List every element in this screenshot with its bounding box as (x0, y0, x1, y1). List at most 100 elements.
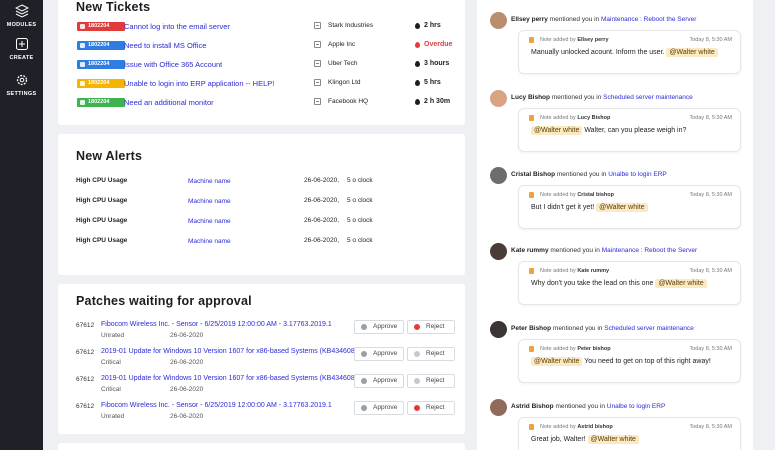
mention-user: Ellsey perry (511, 16, 548, 23)
priority-icon (80, 81, 85, 86)
patch-title-link[interactable]: Fibocom Wireless Inc. - Sensor - 6/25/20… (101, 321, 332, 328)
mention-header: Peter Bishop mentioned you in Scheduled … (511, 325, 694, 332)
patch-title-link[interactable]: 2019-01 Update for Windows 10 Version 16… (101, 348, 361, 355)
patch-title-link[interactable]: Fibocom Wireless Inc. - Sensor - 6/25/20… (101, 402, 332, 409)
ticket-title-link[interactable]: Cannot log into the email server (124, 22, 230, 31)
ticket-row: 1802204 Cannot log into the email server S… (58, 20, 465, 39)
mention-header: Kate rummy mentioned you in Maintenance … (511, 247, 697, 254)
note-text: But I didn't get it yet! (531, 204, 595, 211)
mention-link[interactable]: Maintenance : Reboot the Server (602, 247, 697, 254)
mention-tag[interactable]: @Walter white (655, 279, 707, 288)
patch-row: 67612 2019-01 Update for Windows 10 Versi… (58, 374, 465, 401)
x-circle-icon (414, 405, 420, 411)
note-text: Manually unlocked acount. Inform the use… (531, 49, 665, 56)
ticket-title-link[interactable]: Need an additional monitor (124, 98, 214, 107)
patch-date: 26-06-2020 (170, 359, 204, 366)
alert-row: High CPU Usage Machine name 26-06-2020, 5 o… (58, 177, 465, 196)
approve-button[interactable]: Approve (354, 374, 404, 388)
note-author: Lucy Bishop (577, 115, 611, 121)
avatar (490, 321, 507, 338)
note-card: Note added by Ellsey perry Today 8, 5:30 … (518, 30, 741, 74)
note-icon (529, 424, 534, 430)
reject-button[interactable]: Reject (407, 347, 455, 361)
alert-machine-link[interactable]: Machine name (188, 178, 231, 185)
mention-user: Cristal Bishop (511, 171, 556, 178)
approve-button[interactable]: Approve (354, 320, 404, 334)
mention-tag[interactable]: @Walter white (531, 126, 583, 135)
ticket-time: Overdue (424, 41, 453, 48)
avatar (490, 399, 507, 416)
reject-button[interactable]: Reject (407, 320, 455, 334)
ticket-org: Stark Industries (328, 22, 374, 29)
note-card: Note added by Peter bishop Today 8, 5:30 … (518, 339, 741, 383)
mention-link[interactable]: Scheduled server maintenance (604, 325, 694, 332)
ticket-row: 1802204 Need to install MS Office Apple In… (58, 39, 465, 58)
sidebar-item-create[interactable]: CREATE (0, 37, 43, 61)
ticket-time: 3 hours (424, 60, 450, 67)
ticket-title-link[interactable]: Issue with Office 365 Account (124, 60, 222, 69)
ticket-id: 1802204 (88, 42, 110, 48)
alert-clock: 5 o clock (347, 177, 373, 184)
ticket-row: 1802204 Issue with Office 365 Account Uber… (58, 58, 465, 77)
timer-drop-icon (415, 99, 420, 105)
priority-badge: 1802204 (77, 98, 125, 107)
ticket-row: 1802204 Unable to login into ERP applicat… (58, 77, 465, 96)
reject-button[interactable]: Reject (407, 374, 455, 388)
ticket-org: Apple Inc (328, 41, 356, 48)
patch-id: 67612 (76, 349, 95, 356)
mention-item: Astrid Bishop mentioned you in Unalbe to… (477, 399, 772, 450)
reject-button[interactable]: Reject (407, 401, 455, 415)
building-icon (314, 22, 321, 29)
alert-date: 26-06-2020, (304, 237, 340, 244)
patch-row: 67612 Fibocom Wireless Inc. - Sensor - 6/… (58, 320, 465, 347)
mention-user: Peter Bishop (511, 325, 552, 332)
avatar (490, 167, 507, 184)
approve-button[interactable]: Approve (354, 347, 404, 361)
mention-link[interactable]: Scheduled server maintenance (603, 94, 693, 101)
ticket-time: 2 h 30m (424, 98, 451, 105)
approve-label: Approve (373, 323, 398, 330)
note-text: Walter, can you please weigh in? (584, 127, 687, 134)
mention-tag[interactable]: @Walter white (666, 48, 718, 57)
approve-button[interactable]: Approve (354, 401, 404, 415)
note-by: Note added by Ellsey perry (540, 37, 609, 43)
note-icon (529, 37, 534, 43)
mention-link[interactable]: Unalbe to login ERP (607, 403, 666, 410)
alert-row: High CPU Usage Machine name 26-06-2020, 5 o… (58, 237, 465, 256)
x-circle-icon (414, 351, 420, 357)
note-card: Note added by Cristal bishop Today 8, 5:3… (518, 185, 741, 229)
sidebar-item-settings[interactable]: SETTINGS (0, 73, 43, 97)
ticket-id: 1802204 (88, 99, 110, 105)
alert-type: High CPU Usage (76, 217, 128, 224)
ticket-title-link[interactable]: Unable to login into ERP application -- … (124, 79, 274, 88)
mention-tag[interactable]: @Walter white (587, 435, 639, 444)
mention-item: Peter Bishop mentioned you in Scheduled … (477, 321, 772, 393)
ticket-id: 1802204 (88, 23, 110, 29)
patch-title-link[interactable]: 2019-01 Update for Windows 10 Version 16… (101, 375, 361, 382)
mention-tag[interactable]: @Walter white (596, 203, 648, 212)
sidebar-item-modules[interactable]: MODULES (0, 4, 43, 28)
ticket-title-link[interactable]: Need to install MS Office (124, 41, 206, 50)
mention-text: mentioned you in (556, 171, 607, 178)
alert-type: High CPU Usage (76, 237, 128, 244)
ticket-org: Klingon Ltd (328, 79, 361, 86)
ticket-time: 2 hrs (424, 22, 441, 29)
building-icon (314, 41, 321, 48)
note-text: Great job, Walter! (531, 436, 586, 443)
avatar (490, 12, 507, 29)
mention-item: Cristal Bishop mentioned you in Unalbe t… (477, 167, 772, 239)
mention-tag[interactable]: @Walter white (531, 357, 583, 366)
alert-machine-link[interactable]: Machine name (188, 198, 231, 205)
alert-machine-link[interactable]: Machine name (188, 238, 231, 245)
alert-machine-link[interactable]: Machine name (188, 218, 231, 225)
note-body: @Walter white Walter, can you please wei… (531, 126, 686, 135)
building-icon (314, 60, 321, 67)
ticket-time: 5 hrs (424, 79, 441, 86)
alert-clock: 5 o clock (347, 197, 373, 204)
mention-link[interactable]: Maintenance : Reboot the Server (601, 16, 696, 23)
note-author: Astrid bishop (577, 424, 613, 430)
mention-link[interactable]: Unalbe to login ERP (608, 171, 667, 178)
reject-label: Reject (426, 404, 445, 411)
mention-header: Astrid Bishop mentioned you in Unalbe to… (511, 403, 665, 410)
alert-type: High CPU Usage (76, 177, 128, 184)
